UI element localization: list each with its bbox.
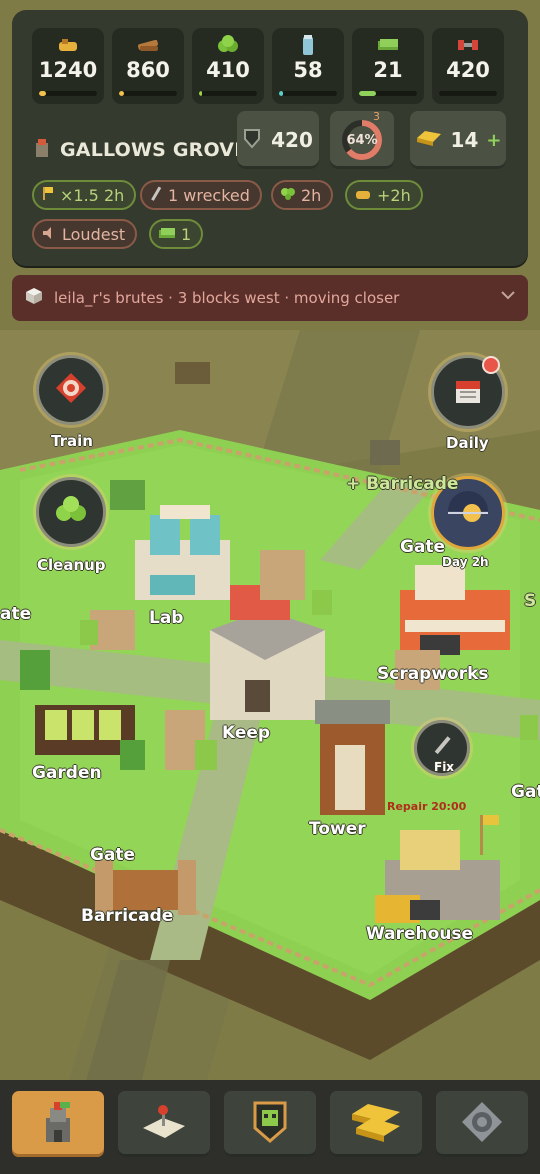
resource-food-value: 1240: [38, 58, 98, 82]
resource-herbs[interactable]: 410: [192, 28, 264, 104]
gold-button[interactable]: 14 +: [410, 111, 506, 169]
herb-timer-chip[interactable]: 2h: [271, 180, 334, 210]
daily-label: Daily: [446, 434, 489, 452]
raid-alert[interactable]: leila_r's brutes · 3 blocks west · movin…: [12, 275, 528, 321]
tower-label[interactable]: Tower: [309, 819, 366, 839]
herb-icon: [280, 185, 296, 205]
gate-right-label[interactable]: Gate: [400, 537, 445, 557]
resource-food[interactable]: 1240: [32, 28, 104, 104]
zombie-badge-icon: [252, 1100, 288, 1148]
lab-label[interactable]: Lab: [149, 608, 183, 628]
resource-food-bar: [39, 91, 97, 96]
barricade-top-label[interactable]: + Barricade: [346, 474, 458, 494]
resource-wood[interactable]: 860: [112, 28, 184, 104]
day-timer: Day 2h: [442, 555, 489, 569]
resource-wood-bar: [119, 91, 177, 96]
resource-wood-value: 860: [126, 58, 170, 82]
keep-label[interactable]: Keep: [222, 723, 270, 743]
chevron-down-icon[interactable]: [500, 287, 516, 307]
repair-timer: Repair 20:00: [387, 800, 467, 813]
gold-bar-icon: [415, 128, 443, 152]
boost-chip[interactable]: ×1.5 2h: [32, 180, 137, 210]
defense-value: 420: [271, 128, 313, 152]
nav-squad[interactable]: [224, 1091, 316, 1157]
loudest-chip[interactable]: Loudest: [32, 219, 138, 249]
tower-building[interactable]: [315, 700, 390, 815]
cleanup-button[interactable]: [36, 477, 106, 547]
base-tower-icon: [36, 1098, 80, 1150]
resource-water[interactable]: 58: [272, 28, 344, 104]
morale-button[interactable]: 64% 3: [330, 110, 394, 169]
food-timer-text: +2h: [377, 185, 411, 205]
gold-bars-icon: [348, 1100, 404, 1148]
resource-cash-bar: [359, 91, 417, 96]
defense-button[interactable]: 420: [237, 111, 319, 169]
town-header: GALLOWS GROVE: [32, 137, 268, 163]
cash-icon: [158, 225, 176, 244]
herb-timer-text: 2h: [301, 185, 322, 205]
gift-box-icon: [451, 373, 485, 411]
map-icon: [139, 1102, 189, 1146]
wrecked-text: 1 wrecked: [168, 185, 250, 205]
daily-button[interactable]: [431, 355, 505, 429]
alert-cube-icon: [24, 286, 44, 310]
resource-fitness-bar: [439, 91, 497, 96]
flag-icon: [41, 185, 55, 205]
speaker-icon: [41, 225, 57, 244]
herb-icon: [54, 495, 88, 529]
food-timer-chip[interactable]: +2h: [345, 180, 423, 210]
boost-text: ×1.5 2h: [60, 185, 125, 205]
resource-water-bar: [279, 91, 337, 96]
notification-dot: [482, 356, 500, 374]
barricade-bottom-label[interactable]: Barricade: [81, 906, 173, 926]
wood-icon: [112, 34, 184, 56]
water-icon: [272, 34, 344, 56]
resource-fitness[interactable]: 420: [432, 28, 504, 104]
cash-count-text: 1: [181, 224, 192, 244]
garden-label[interactable]: Garden: [32, 763, 102, 783]
fix-label: Fix: [434, 760, 455, 774]
herb-icon: [192, 34, 264, 56]
target-icon: [54, 371, 88, 409]
resource-cash-value: 21: [373, 58, 403, 82]
resource-water-value: 58: [293, 58, 323, 82]
gold-value: 14: [450, 128, 479, 152]
gate-bottom-label[interactable]: Gate: [90, 845, 135, 865]
shield-icon: [243, 127, 261, 153]
morale-badge: 3: [373, 110, 380, 123]
nav-settings[interactable]: [436, 1091, 528, 1157]
train-label: Train: [51, 432, 93, 450]
resource-cash[interactable]: 21: [352, 28, 424, 104]
loudest-text: Loudest: [62, 224, 126, 244]
tower-icon: [32, 137, 52, 163]
gate-far-right-label[interactable]: Gat: [511, 782, 540, 802]
morale-percent: 64%: [346, 132, 378, 148]
resource-herbs-value: 410: [206, 58, 250, 82]
gear-icon: [460, 1100, 504, 1148]
gate-left-label[interactable]: ate: [0, 604, 31, 624]
warehouse-label[interactable]: Warehouse: [366, 924, 473, 944]
cash-icon: [352, 34, 424, 56]
cash-count-chip[interactable]: 1: [149, 219, 204, 249]
far-right-label[interactable]: S: [524, 591, 536, 611]
bottom-nav: [0, 1080, 540, 1174]
food-icon: [354, 186, 372, 205]
train-button[interactable]: [36, 355, 106, 425]
cleanup-label: Cleanup: [37, 556, 106, 574]
nav-map[interactable]: [118, 1091, 210, 1157]
alert-text: leila_r's brutes · 3 blocks west · movin…: [54, 289, 400, 307]
wrecked-chip[interactable]: 1 wrecked: [140, 180, 262, 210]
wrench-icon: [149, 185, 163, 205]
food-icon: [32, 34, 104, 56]
resource-panel: 1240 860 410 58 21 420 GALLOWS GROVE 420…: [12, 10, 528, 266]
resource-herbs-bar: [199, 91, 257, 96]
gold-plus: +: [486, 129, 502, 151]
resource-fitness-value: 420: [446, 58, 490, 82]
dumbbell-icon: [432, 34, 504, 56]
nav-shop[interactable]: [330, 1091, 422, 1157]
town-name: GALLOWS GROVE: [60, 139, 248, 161]
scrapworks-label[interactable]: Scrapworks: [377, 664, 489, 684]
nav-base[interactable]: [12, 1091, 104, 1157]
